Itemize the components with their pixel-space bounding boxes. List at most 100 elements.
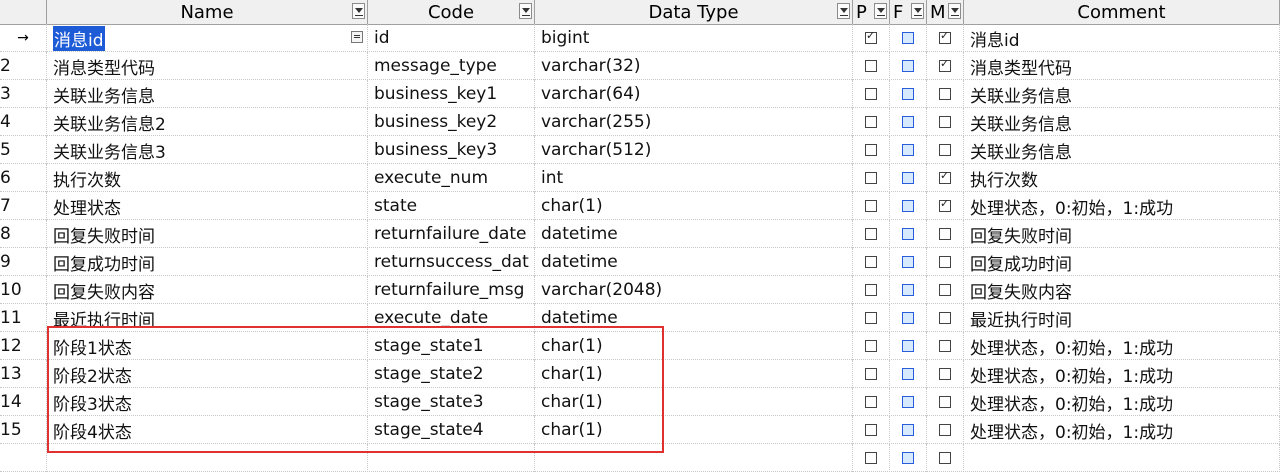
mandatory-checkbox[interactable] (939, 424, 951, 436)
mandatory-checkbox[interactable] (939, 284, 951, 296)
foreign-checkbox[interactable] (902, 368, 914, 380)
table-row[interactable]: 13 阶段2状态 stage_state2 char(1) 处理状态，0:初始，1:成功 (0, 360, 1280, 388)
primary-cell[interactable] (853, 304, 890, 332)
foreign-cell[interactable] (890, 52, 927, 80)
mandatory-cell[interactable] (927, 388, 964, 416)
table-row[interactable]: 4 关联业务信息2 business_key2 varchar(255) 关联业务信息 (0, 108, 1280, 136)
name-cell[interactable]: 消息类型代码 (47, 52, 368, 80)
comment-cell[interactable]: 处理状态，0:初始，1:成功 (964, 192, 1280, 220)
column-header-data-type[interactable]: Data Type (535, 0, 853, 24)
primary-checkbox[interactable] (865, 116, 877, 128)
code-cell[interactable]: execute_date (368, 304, 535, 332)
foreign-checkbox[interactable] (902, 172, 914, 184)
mandatory-cell[interactable] (927, 164, 964, 192)
name-cell[interactable]: 关联业务信息 (47, 80, 368, 108)
code-cell[interactable]: stage_state4 (368, 416, 535, 444)
primary-cell[interactable] (853, 164, 890, 192)
type-cell[interactable]: varchar(2048) (535, 276, 853, 304)
foreign-cell[interactable] (890, 80, 927, 108)
type-cell[interactable]: char(1) (535, 416, 853, 444)
mandatory-cell[interactable] (927, 52, 964, 80)
primary-checkbox[interactable] (865, 88, 877, 100)
mandatory-cell[interactable] (927, 220, 964, 248)
primary-cell[interactable] (853, 444, 890, 472)
table-row[interactable]: 2 消息类型代码 message_type varchar(32) 消息类型代码 (0, 52, 1280, 80)
table-row[interactable]: 14 阶段3状态 stage_state3 char(1) 处理状态，0:初始，1:成功 (0, 388, 1280, 416)
primary-cell[interactable] (853, 276, 890, 304)
code-cell[interactable]: stage_state1 (368, 332, 535, 360)
name-cell[interactable]: 最近执行时间 (47, 304, 368, 332)
mandatory-checkbox[interactable] (939, 197, 951, 212)
mandatory-cell[interactable] (927, 360, 964, 388)
primary-cell[interactable] (853, 416, 890, 444)
primary-cell[interactable] (853, 192, 890, 220)
table-row[interactable]: 7 处理状态 state char(1) 处理状态，0:初始，1:成功 (0, 192, 1280, 220)
table-row[interactable]: 8 回复失败时间 returnfailure_date datetime 回复失败时间 (0, 220, 1280, 248)
name-cell[interactable]: 消息id (47, 24, 368, 52)
mandatory-checkbox[interactable] (939, 169, 951, 184)
foreign-cell[interactable] (890, 416, 927, 444)
code-cell[interactable] (368, 444, 535, 472)
primary-cell[interactable] (853, 220, 890, 248)
column-header-primary[interactable]: P (853, 0, 890, 24)
foreign-cell[interactable] (890, 360, 927, 388)
name-cell[interactable]: 处理状态 (47, 192, 368, 220)
primary-cell[interactable] (853, 388, 890, 416)
mandatory-cell[interactable] (927, 24, 964, 52)
code-cell[interactable]: stage_state2 (368, 360, 535, 388)
mandatory-checkbox[interactable] (939, 116, 951, 128)
primary-checkbox[interactable] (865, 424, 877, 436)
name-cell[interactable]: 回复失败内容 (47, 276, 368, 304)
mandatory-cell[interactable] (927, 304, 964, 332)
primary-checkbox[interactable] (865, 144, 877, 156)
column-header-foreign[interactable]: F (890, 0, 927, 24)
primary-cell[interactable] (853, 108, 890, 136)
column-header-mandatory[interactable]: M (927, 0, 964, 24)
comment-cell[interactable]: 关联业务信息 (964, 136, 1280, 164)
foreign-cell[interactable] (890, 276, 927, 304)
table-row[interactable]: 10 回复失败内容 returnfailure_msg varchar(2048) 回复… (0, 276, 1280, 304)
foreign-checkbox[interactable] (902, 88, 914, 100)
name-dropdown-icon[interactable] (351, 31, 363, 43)
primary-cell[interactable] (853, 136, 890, 164)
primary-cell[interactable] (853, 24, 890, 52)
primary-cell[interactable] (853, 360, 890, 388)
name-cell[interactable]: 回复成功时间 (47, 248, 368, 276)
primary-checkbox[interactable] (865, 29, 877, 44)
comment-cell[interactable]: 处理状态，0:初始，1:成功 (964, 388, 1280, 416)
column-header-comment[interactable]: Comment (964, 0, 1280, 24)
type-cell[interactable]: char(1) (535, 332, 853, 360)
table-row[interactable]: 6 执行次数 execute_num int 执行次数 (0, 164, 1280, 192)
foreign-checkbox[interactable] (902, 116, 914, 128)
primary-checkbox[interactable] (865, 60, 877, 72)
type-cell[interactable]: datetime (535, 248, 853, 276)
mandatory-checkbox[interactable] (939, 312, 951, 324)
table-row[interactable]: 3 关联业务信息 business_key1 varchar(64) 关联业务信息 (0, 80, 1280, 108)
code-cell[interactable]: returnfailure_msg (368, 276, 535, 304)
mandatory-checkbox[interactable] (939, 144, 951, 156)
code-cell[interactable]: stage_state3 (368, 388, 535, 416)
foreign-cell[interactable] (890, 304, 927, 332)
mandatory-cell[interactable] (927, 248, 964, 276)
table-row[interactable]: → 消息id id bigint 消息id (0, 24, 1280, 52)
mandatory-checkbox[interactable] (939, 368, 951, 380)
mandatory-checkbox[interactable] (939, 340, 951, 352)
table-row[interactable]: 12 阶段1状态 stage_state1 char(1) 处理状态，0:初始，1:成功 (0, 332, 1280, 360)
foreign-cell[interactable] (890, 332, 927, 360)
primary-checkbox[interactable] (865, 340, 877, 352)
primary-checkbox[interactable] (865, 368, 877, 380)
type-cell[interactable]: varchar(32) (535, 52, 853, 80)
foreign-cell[interactable] (890, 220, 927, 248)
comment-cell[interactable]: 关联业务信息 (964, 108, 1280, 136)
mandatory-checkbox[interactable] (939, 396, 951, 408)
foreign-cell[interactable] (890, 248, 927, 276)
mandatory-checkbox[interactable] (939, 256, 951, 268)
name-cell[interactable]: 关联业务信息2 (47, 108, 368, 136)
foreign-checkbox[interactable] (902, 396, 914, 408)
type-cell[interactable]: char(1) (535, 360, 853, 388)
foreign-cell[interactable] (890, 108, 927, 136)
comment-cell[interactable]: 处理状态，0:初始，1:成功 (964, 416, 1280, 444)
foreign-checkbox[interactable] (902, 312, 914, 324)
primary-checkbox[interactable] (865, 396, 877, 408)
foreign-checkbox[interactable] (902, 32, 914, 44)
